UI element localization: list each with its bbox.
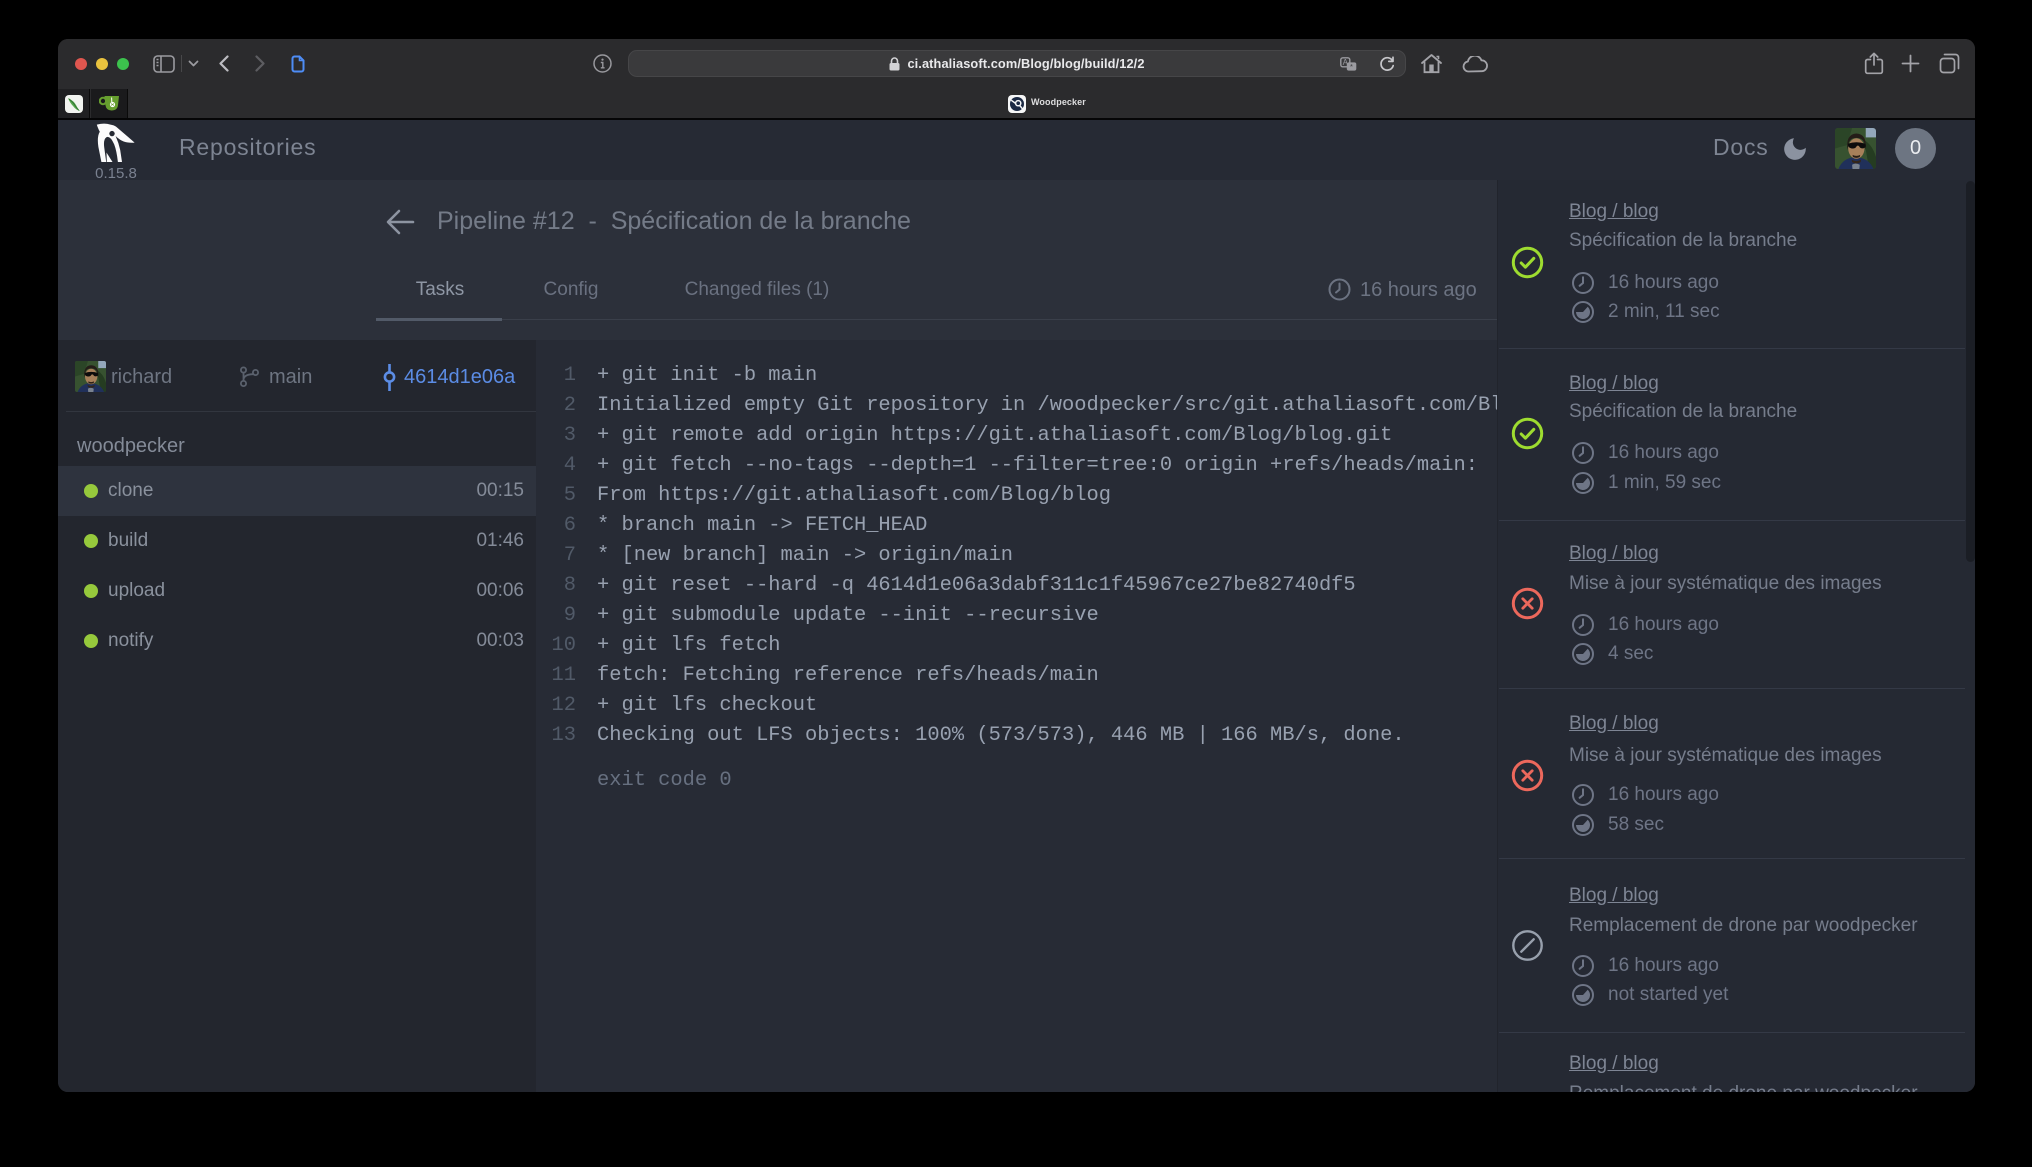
svg-text:*: * [1350,62,1353,71]
